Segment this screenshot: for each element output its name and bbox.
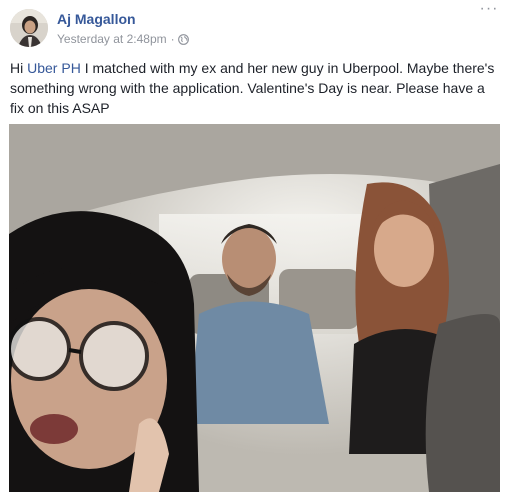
mention-link[interactable]: Uber PH bbox=[27, 60, 81, 76]
author-name-link[interactable]: Aj Magallon bbox=[57, 11, 136, 27]
post-text-before: Hi bbox=[10, 60, 28, 76]
post-text: Hi Uber PH I matched with my ex and her … bbox=[10, 58, 502, 118]
post-meta: Yesterday at 2:48pm · bbox=[57, 32, 189, 46]
post-options-button[interactable]: ··· bbox=[478, 1, 500, 20]
post-photo[interactable] bbox=[9, 124, 500, 492]
selfie-photo-illustration bbox=[9, 124, 500, 492]
post-text-after: I matched with my ex and her new guy in … bbox=[10, 60, 495, 116]
globe-icon[interactable] bbox=[177, 33, 189, 45]
meta-separator: · bbox=[170, 32, 175, 46]
post-timestamp[interactable]: Yesterday at 2:48pm bbox=[57, 32, 167, 46]
facebook-post: Aj Magallon Yesterday at 2:48pm · ··· Hi… bbox=[0, 0, 508, 501]
author-avatar[interactable] bbox=[10, 9, 48, 47]
